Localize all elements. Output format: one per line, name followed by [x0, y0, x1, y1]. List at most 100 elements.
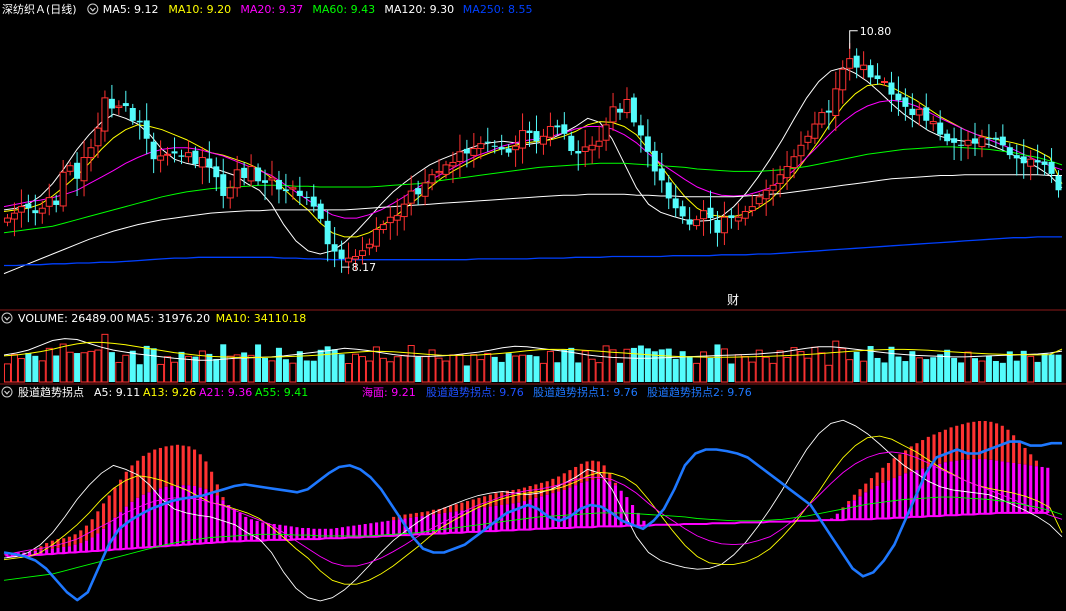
indicator-legend-label: A21: 9.36 [199, 386, 252, 399]
volume-bar-up [66, 351, 74, 383]
price-ma-label: MA250: 8.55 [463, 3, 533, 16]
volume-bar-up [783, 356, 791, 383]
candle-down [484, 141, 491, 143]
candle-up [442, 164, 450, 175]
candle-up [783, 166, 791, 179]
candle-down [296, 190, 303, 196]
candle-down [971, 138, 978, 144]
volume-bar-up [484, 352, 492, 383]
candle-down [679, 206, 686, 217]
volume-bar-down [1034, 361, 1041, 382]
volume-bar-up [470, 354, 478, 383]
volume-bar-down [999, 362, 1006, 382]
candle-up [720, 216, 728, 234]
volume-bar-up [3, 363, 11, 383]
volume-bar-up [769, 362, 777, 383]
volume-legend-label: MA10: 34110.18 [216, 312, 307, 325]
indicator-legend-label: 海面: 9.21 [362, 385, 416, 399]
candle-up [233, 169, 241, 189]
candle-down [303, 196, 310, 198]
volume-bar-up [289, 362, 297, 383]
candle-down [825, 110, 832, 113]
candle-down [630, 97, 637, 123]
volume-bar-down [108, 352, 115, 382]
candle-down [150, 141, 157, 160]
candle-up [268, 177, 276, 181]
volume-bar-up [157, 363, 165, 383]
candle-up [428, 174, 436, 184]
volume-bar-down [672, 358, 679, 382]
volume-bar-down [909, 351, 916, 382]
volume-bar-up [512, 355, 520, 383]
candle-down [491, 145, 498, 147]
volume-bar-down [575, 362, 582, 382]
candle-up [80, 157, 88, 182]
volume-bar-down [491, 356, 498, 382]
candle-up [519, 130, 527, 149]
volume-bar-down [658, 349, 665, 382]
candle-up [101, 97, 109, 132]
indicator-legend-label: 股道趋势拐点: 9.76 [426, 385, 524, 399]
candle-down [853, 55, 860, 68]
candle-up [38, 207, 46, 214]
candle-down [213, 166, 220, 178]
candle-down [909, 108, 916, 116]
candle-up [184, 152, 192, 158]
candle-down [129, 108, 136, 121]
volume-bar-up [477, 359, 485, 383]
candle-up [456, 151, 464, 162]
volume-bar-up [400, 354, 408, 383]
volume-bar-up [546, 350, 554, 383]
candle-down [1020, 156, 1027, 164]
candle-up [790, 156, 798, 169]
volume-bar-up [915, 357, 923, 383]
candle-down [415, 188, 422, 195]
candle-up [247, 166, 255, 182]
candle-up [762, 189, 770, 200]
volume-bar-up [87, 350, 95, 383]
candle-up [881, 81, 889, 84]
volume-bar-down [526, 354, 533, 382]
candle-up [832, 88, 840, 117]
candle-up [115, 105, 123, 109]
candle-up [846, 58, 854, 69]
candle-down [310, 196, 317, 207]
volume-bar-up [693, 362, 701, 383]
volume-bar-up [94, 349, 102, 383]
candle-up [602, 124, 610, 141]
volume-bar-down [262, 357, 269, 382]
candle-up [818, 112, 826, 125]
candle-up [407, 190, 415, 204]
candle-up [860, 64, 868, 71]
candle-up [609, 106, 617, 123]
volume-bar-up [352, 353, 360, 383]
volume-bar-down [958, 362, 965, 382]
candle-down [1034, 160, 1041, 163]
candle-down [672, 198, 679, 209]
volume-bar-down [1048, 354, 1055, 382]
candle-down [665, 182, 672, 199]
volume-bar-up [797, 351, 805, 383]
candle-down [728, 215, 735, 219]
volume-bar-down [498, 361, 505, 382]
volume-bar-up [115, 361, 123, 383]
volume-bar-up [365, 360, 373, 383]
volume-bar-down [206, 353, 213, 382]
volume-bar-down [651, 351, 658, 382]
candle-down [108, 98, 115, 109]
volume-bar-up [1027, 355, 1035, 383]
candle-up [435, 170, 443, 174]
volume-bar-up [609, 349, 617, 383]
volume-bar-down [178, 351, 185, 382]
candle-up [539, 135, 547, 145]
volume-bar-up [581, 350, 589, 383]
volume-bar-up [80, 352, 88, 383]
volume-bar-down [282, 359, 289, 382]
candle-up [393, 215, 401, 221]
candle-down [262, 180, 269, 183]
volume-bar-down [303, 360, 310, 382]
candle-down [241, 167, 248, 178]
volume-bar-up [755, 349, 763, 383]
candle-up [978, 136, 986, 148]
candle-down [992, 137, 999, 140]
